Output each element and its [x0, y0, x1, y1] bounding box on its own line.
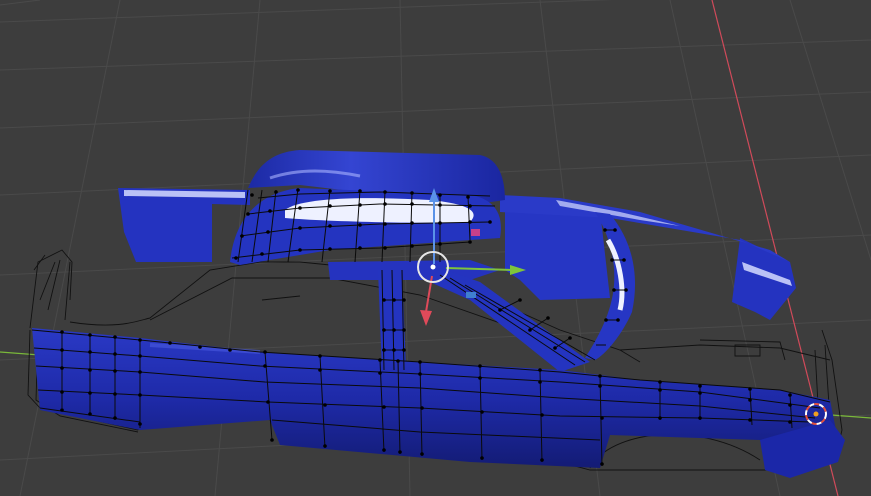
rear-side-panel [505, 210, 610, 300]
left-door-panel [118, 188, 250, 262]
gizmo-xy-plane-handle[interactable] [466, 292, 476, 298]
viewport-scene[interactable] [0, 0, 871, 496]
sill-panel [328, 260, 500, 280]
gizmo-x-arrow-icon[interactable] [420, 310, 432, 326]
gizmo-pivot-dot [430, 264, 436, 270]
3d-cursor-center [813, 411, 819, 417]
3d-viewport[interactable] [0, 0, 871, 496]
gizmo-xz-plane-handle[interactable] [471, 229, 480, 236]
lower-body-panel [32, 328, 840, 470]
